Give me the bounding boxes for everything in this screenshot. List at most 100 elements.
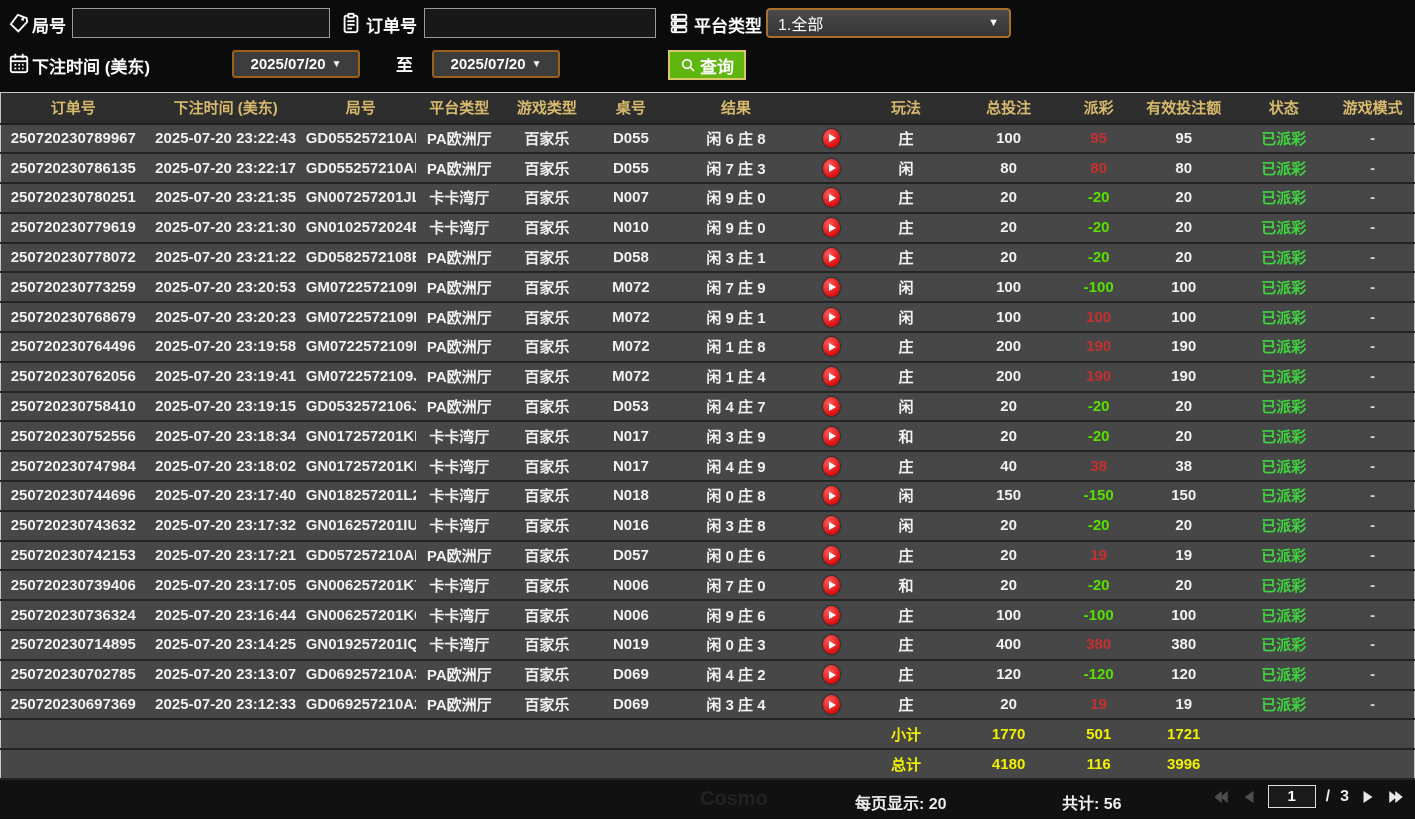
query-button[interactable]: 查询 [668, 50, 746, 80]
date-to-picker[interactable]: 2025/07/20 ▼ [432, 50, 560, 78]
play-icon[interactable] [822, 337, 840, 357]
total-bet-cell: 200 [951, 332, 1067, 363]
platform-cell: PA欧洲厅 [415, 391, 503, 423]
previous-page-icon[interactable] [1240, 788, 1258, 806]
date-to-separator: 至 [396, 56, 413, 75]
play-icon[interactable] [822, 426, 840, 446]
game-mode-cell: - [1331, 302, 1415, 334]
game-mode-cell: - [1331, 183, 1415, 214]
column-header: 总投注 [951, 92, 1067, 125]
next-page-icon[interactable] [1359, 788, 1377, 806]
bet-time-cell: 2025-07-20 23:17:05 [145, 570, 306, 602]
play-icon[interactable] [822, 218, 840, 238]
grand-total-total-bet: 4180 [951, 749, 1067, 781]
play-icon[interactable] [822, 456, 840, 476]
empty-cell [800, 749, 862, 781]
order-no-cell: 250720230743632 [0, 510, 146, 542]
total-bet-cell: 120 [951, 659, 1067, 691]
platform-type-select[interactable]: 1.全部 ▼ [766, 8, 1011, 38]
page-number-input[interactable] [1267, 785, 1316, 809]
pagination-bar: Cosmo 每页显示: 20 共计: 56 / 3 [0, 780, 1415, 819]
table-row: 250720230752556 2025-07-20 23:18:34 GN0172… [0, 421, 1415, 453]
game-mode-cell: - [1331, 630, 1415, 661]
valid-bet-cell: 100 [1131, 272, 1237, 304]
bet-records-table: 订单号 下注时间 (美东) 局号 平台类型 游戏类型 桌号 结果 玩法 总投注 派彩 有效投注额 状态… [0, 92, 1415, 781]
play-icon[interactable] [822, 605, 840, 625]
game-no-cell: GN017257201KM [305, 421, 416, 453]
payout-cell: 100 [1066, 302, 1132, 334]
game-type-cell: 百家乐 [502, 421, 591, 453]
play-icon[interactable] [822, 128, 840, 148]
play-icon[interactable] [822, 158, 840, 178]
result-cell: 闲 9 庄 0 [670, 183, 801, 214]
game-mode-cell: - [1331, 212, 1415, 244]
play-icon[interactable] [822, 486, 840, 506]
valid-bet-cell: 100 [1131, 600, 1237, 632]
table-no-cell: D055 [590, 123, 671, 155]
platform-cell: PA欧洲厅 [415, 153, 503, 185]
empty-cell [415, 749, 503, 781]
game-no-cell: GD0532572106J [305, 391, 416, 423]
result-cell: 闲 9 庄 1 [670, 302, 801, 334]
column-header: 结果 [670, 92, 801, 125]
play-icon[interactable] [822, 248, 840, 268]
game-no-cell: GM0722572109J [305, 361, 416, 393]
game-mode-cell: - [1331, 361, 1415, 393]
platform-cell: 卡卡湾厅 [415, 481, 503, 512]
result-cell: 闲 9 庄 6 [670, 600, 801, 632]
game-no-label: 局号 [32, 17, 66, 36]
play-icon[interactable] [822, 546, 840, 566]
game-no-cell: GD055257210AI [305, 123, 416, 155]
valid-bet-cell: 120 [1131, 659, 1237, 691]
play-icon[interactable] [822, 665, 840, 685]
first-page-icon[interactable] [1212, 788, 1230, 806]
game-mode-cell: - [1331, 242, 1415, 274]
bet-time-cell: 2025-07-20 23:17:21 [145, 540, 306, 572]
game-mode-cell: - [1331, 153, 1415, 185]
game-no-input[interactable] [72, 8, 330, 38]
play-icon[interactable] [822, 575, 840, 595]
last-page-icon[interactable] [1387, 788, 1405, 806]
date-from-picker[interactable]: 2025/07/20 ▼ [232, 50, 360, 78]
table-row: 250720230780251 2025-07-20 23:21:35 GN0072… [0, 183, 1415, 214]
play-icon[interactable] [822, 307, 840, 327]
play-icon[interactable] [822, 695, 840, 715]
valid-bet-cell: 20 [1131, 570, 1237, 602]
play-icon[interactable] [822, 516, 840, 536]
order-no-cell: 250720230773259 [0, 272, 146, 304]
grand-total-label: 总计 [861, 749, 952, 781]
result-cell: 闲 4 庄 2 [670, 659, 801, 691]
table-no-cell: D055 [590, 153, 671, 185]
total-bet-cell: 20 [951, 212, 1067, 244]
play-icon[interactable] [822, 188, 840, 208]
platform-cell: 卡卡湾厅 [415, 600, 503, 632]
query-button-label: 查询 [700, 57, 734, 77]
table-row: 250720230778072 2025-07-20 23:21:22 GD0582… [0, 242, 1415, 274]
valid-bet-cell: 380 [1131, 630, 1237, 661]
subtotal-row: 小计 1770 501 1721 [0, 719, 1415, 751]
total-bet-cell: 400 [951, 630, 1067, 661]
table-row: 250720230739406 2025-07-20 23:17:05 GN0062… [0, 570, 1415, 602]
column-header: 下注时间 (美东) [145, 92, 306, 125]
table-no-cell: M072 [590, 272, 671, 304]
game-type-cell: 百家乐 [502, 391, 591, 423]
play-icon[interactable] [822, 367, 840, 387]
result-video-cell [800, 421, 862, 453]
play-type-cell: 闲 [861, 481, 952, 512]
valid-bet-cell: 38 [1131, 451, 1237, 483]
table-row: 250720230762056 2025-07-20 23:19:41 GM0722… [0, 361, 1415, 393]
table-row: 250720230743632 2025-07-20 23:17:32 GN0162… [0, 510, 1415, 542]
play-icon[interactable] [822, 635, 840, 655]
status-cell: 已派彩 [1236, 540, 1332, 572]
column-header: 桌号 [590, 92, 671, 125]
status-cell: 已派彩 [1236, 421, 1332, 453]
valid-bet-cell: 190 [1131, 332, 1237, 363]
total-bet-cell: 20 [951, 183, 1067, 214]
play-icon[interactable] [822, 397, 840, 417]
game-no-cell: GD0582572108E [305, 242, 416, 274]
order-no-input[interactable] [424, 8, 656, 38]
empty-cell [0, 749, 146, 781]
play-icon[interactable] [822, 277, 840, 297]
table-row: 250720230736324 2025-07-20 23:16:44 GN0062… [0, 600, 1415, 632]
status-cell: 已派彩 [1236, 600, 1332, 632]
